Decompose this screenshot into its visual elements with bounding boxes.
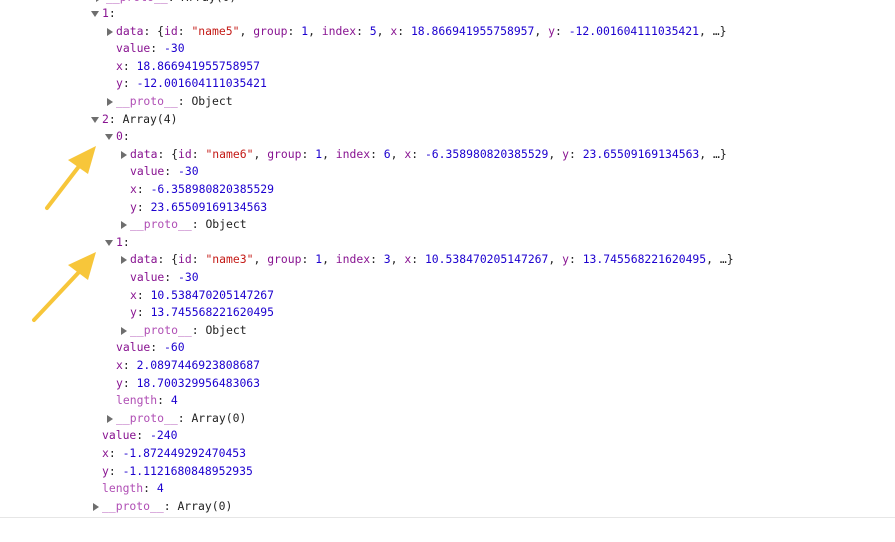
annotation-arrows <box>32 146 96 322</box>
annotation-arrow-lower <box>32 252 96 322</box>
annotation-arrow-upper <box>45 146 96 210</box>
